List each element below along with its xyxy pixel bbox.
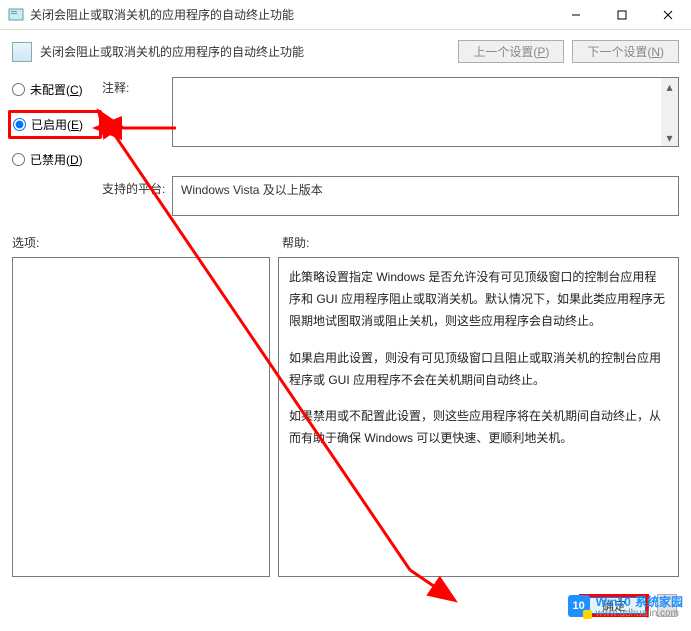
- comment-textarea[interactable]: ▴ ▾: [172, 77, 679, 147]
- minimize-button[interactable]: [553, 0, 599, 29]
- help-pane: 此策略设置指定 Windows 是否允许没有可见顶级窗口的控制台应用程序和 GU…: [278, 257, 679, 577]
- radio-not-configured-input[interactable]: [12, 83, 25, 96]
- help-label: 帮助:: [282, 234, 309, 251]
- radio-enabled[interactable]: 已启用(E): [13, 116, 94, 133]
- radio-enabled-input[interactable]: [13, 118, 26, 131]
- watermark-url: www.qdhuajin.com: [596, 608, 683, 619]
- watermark: 10 Win10 系统家园 www.qdhuajin.com: [568, 593, 683, 619]
- header-bar: 关闭会阻止或取消关机的应用程序的自动终止功能 上一个设置(P) 下一个设置(N): [0, 30, 691, 77]
- maximize-button[interactable]: [599, 0, 645, 29]
- options-pane: [12, 257, 270, 577]
- help-paragraph: 如果启用此设置，则没有可见顶级窗口且阻止或取消关机的控制台应用程序或 GUI 应…: [289, 347, 668, 391]
- previous-setting-button[interactable]: 上一个设置(P): [458, 40, 564, 63]
- next-setting-button[interactable]: 下一个设置(N): [572, 40, 679, 63]
- radio-disabled-input[interactable]: [12, 153, 25, 166]
- highlight-enabled: 已启用(E): [8, 110, 102, 139]
- supported-platform-box: Windows Vista 及以上版本: [172, 176, 679, 216]
- options-label: 选项:: [12, 234, 282, 251]
- window-title: 关闭会阻止或取消关机的应用程序的自动终止功能: [30, 6, 553, 23]
- title-bar: 关闭会阻止或取消关机的应用程序的自动终止功能: [0, 0, 691, 30]
- app-icon: [8, 7, 24, 23]
- comment-scrollbar[interactable]: ▴ ▾: [661, 78, 678, 146]
- watermark-badge: 10: [568, 595, 590, 617]
- radio-disabled[interactable]: 已禁用(D): [12, 151, 102, 168]
- scroll-down-icon[interactable]: ▾: [661, 129, 678, 146]
- scroll-up-icon[interactable]: ▴: [661, 78, 678, 95]
- comment-label: 注释:: [102, 77, 172, 168]
- close-button[interactable]: [645, 0, 691, 29]
- platform-label: 支持的平台:: [102, 176, 172, 216]
- radio-not-configured[interactable]: 未配置(C): [12, 81, 102, 98]
- policy-icon: [12, 42, 32, 62]
- help-paragraph: 如果禁用或不配置此设置，则这些应用程序将在关机期间自动终止，从而有助于确保 Wi…: [289, 405, 668, 449]
- state-radio-group: 未配置(C) 已启用(E) 已禁用(D): [12, 81, 102, 168]
- help-paragraph: 此策略设置指定 Windows 是否允许没有可见顶级窗口的控制台应用程序和 GU…: [289, 266, 668, 333]
- header-title: 关闭会阻止或取消关机的应用程序的自动终止功能: [40, 43, 450, 60]
